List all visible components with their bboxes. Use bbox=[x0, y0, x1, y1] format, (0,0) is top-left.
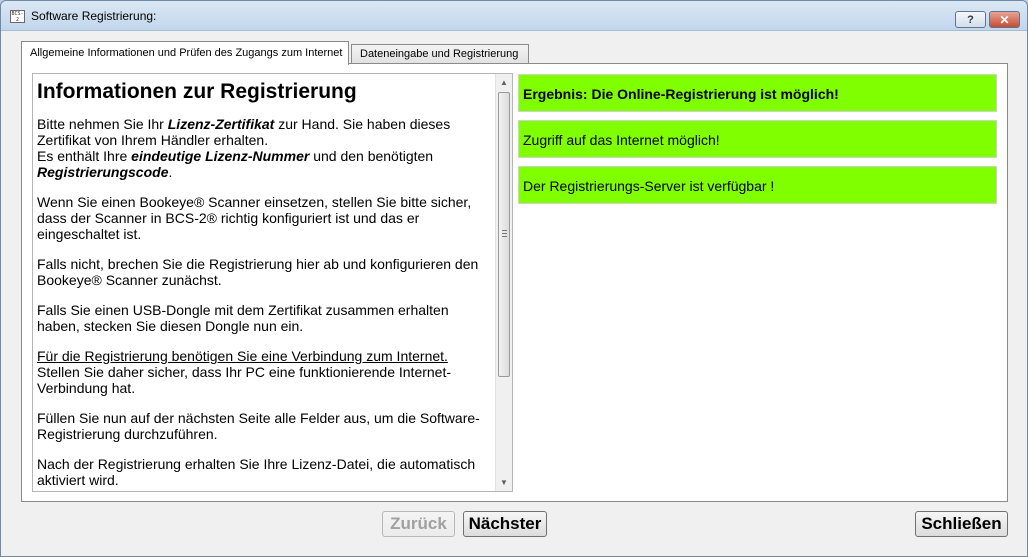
app-icon: BCS-2 bbox=[10, 10, 25, 23]
tab-data-entry[interactable]: Dateneingabe und Registrierung bbox=[351, 44, 529, 63]
grip-icon bbox=[502, 230, 507, 237]
tab-panel: Informationen zur Registrierung Bitte ne… bbox=[21, 63, 1008, 502]
tab-general-info[interactable]: Allgemeine Informationen und Prüfen des … bbox=[21, 41, 349, 65]
text: Es enthält Ihre bbox=[37, 148, 132, 164]
text: . bbox=[168, 164, 173, 180]
title-bar: BCS-2 Software Registrierung: ? ✕ bbox=[1, 1, 1027, 31]
text: Stellen Sie daher sicher, dass Ihr PC ei… bbox=[37, 364, 452, 396]
window-close-button[interactable]: ✕ bbox=[989, 11, 1020, 28]
back-button[interactable]: Zurück bbox=[382, 511, 455, 537]
info-paragraph-next-page: Füllen Sie nun auf der nächsten Seite al… bbox=[37, 410, 480, 442]
info-paragraph-internet: Für die Registrierung benötigen Sie eine… bbox=[37, 348, 495, 396]
text: Bitte nehmen Sie Ihr bbox=[37, 116, 168, 132]
scroll-down-icon[interactable]: ▼ bbox=[496, 474, 512, 491]
status-result: Ergebnis: Die Online-Registrierung ist m… bbox=[518, 74, 997, 112]
info-paragraph-scanner: Wenn Sie einen Bookeye® Scanner einsetze… bbox=[37, 194, 472, 242]
info-paragraph-license-file: Nach der Registrierung erhalten Sie Ihre… bbox=[37, 456, 476, 488]
text-internet-required: Für die Registrierung benötigen Sie eine… bbox=[37, 348, 448, 364]
info-text-box[interactable]: Informationen zur Registrierung Bitte ne… bbox=[32, 73, 513, 492]
text-registration-code: Registrierungscode bbox=[37, 164, 169, 180]
help-button[interactable]: ? bbox=[955, 11, 986, 28]
text-license-number: eindeutige Lizenz-Nummer bbox=[131, 148, 310, 164]
status-server: Der Registrierungs-Server ist verfügbar … bbox=[518, 166, 997, 204]
info-content: Informationen zur Registrierung Bitte ne… bbox=[37, 78, 495, 491]
text: und den benötigten bbox=[309, 148, 434, 164]
close-button[interactable]: Schließen bbox=[915, 511, 1008, 537]
info-paragraph-certificate: Bitte nehmen Sie Ihr Lizenz-Zertifikat z… bbox=[37, 116, 495, 180]
registration-window: BCS-2 Software Registrierung: ? ✕ Allgem… bbox=[0, 0, 1028, 557]
text-license-certificate: Lizenz-Zertifikat bbox=[167, 116, 275, 132]
info-paragraph-abort: Falls nicht, brechen Sie die Registrieru… bbox=[37, 256, 479, 288]
window-title: Software Registrierung: bbox=[31, 9, 157, 23]
status-internet: Zugriff auf das Internet möglich! bbox=[518, 120, 997, 158]
vertical-scrollbar[interactable]: ▲ ▼ bbox=[495, 74, 512, 491]
scroll-up-icon[interactable]: ▲ bbox=[496, 74, 512, 91]
info-heading: Informationen zur Registrierung bbox=[37, 80, 357, 103]
info-paragraph-dongle: Falls Sie einen USB-Dongle mit dem Zerti… bbox=[37, 302, 449, 334]
next-button[interactable]: Nächster bbox=[463, 511, 547, 537]
scroll-thumb[interactable] bbox=[498, 92, 510, 377]
